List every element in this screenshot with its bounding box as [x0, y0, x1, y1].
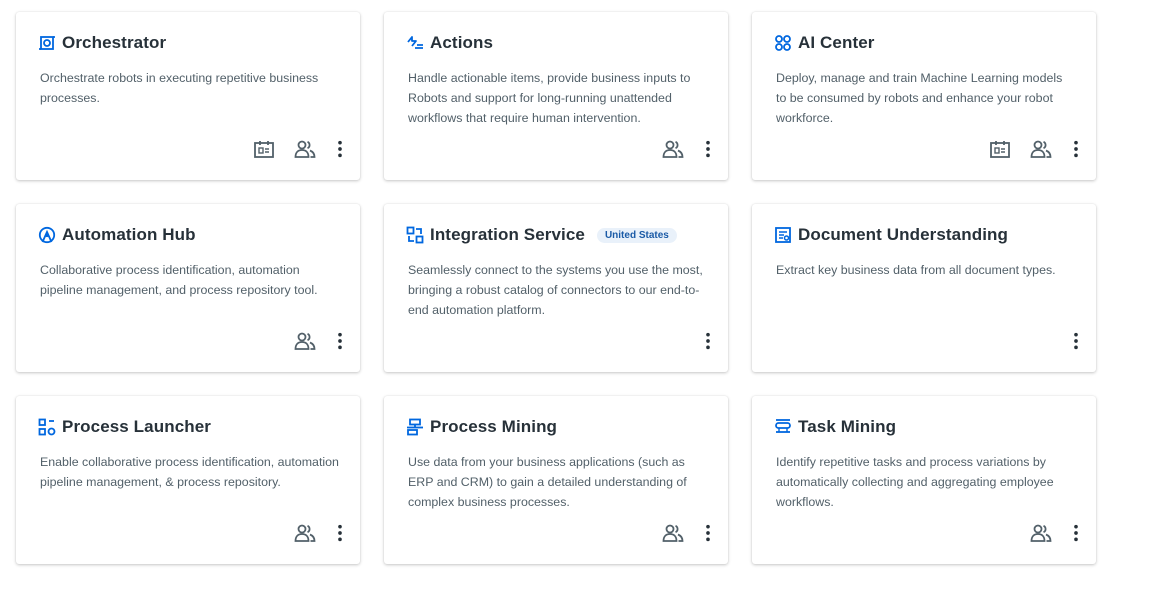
process-mining-icon [406, 418, 424, 436]
service-card-automation-hub[interactable]: Automation Hub Collaborative process ide… [16, 204, 360, 372]
more-icon[interactable] [698, 136, 718, 162]
more-icon[interactable] [698, 328, 718, 354]
card-title[interactable]: Task Mining [798, 417, 896, 437]
users-icon[interactable] [1028, 520, 1054, 546]
card-title[interactable]: Automation Hub [62, 225, 196, 245]
card-description: Use data from your business applications… [408, 455, 687, 509]
automation-hub-icon [38, 226, 56, 244]
service-card-process-launcher[interactable]: Process Launcher Enable collaborative pr… [16, 396, 360, 564]
users-icon[interactable] [1028, 136, 1054, 162]
more-icon[interactable] [330, 136, 350, 162]
orchestrator-icon [38, 34, 56, 52]
service-card-ai-center[interactable]: AI Center Deploy, manage and train Machi… [752, 12, 1096, 180]
users-icon[interactable] [292, 136, 318, 162]
card-description: Deploy, manage and train Machine Learnin… [776, 71, 1063, 125]
integration-service-icon [406, 226, 424, 244]
card-title[interactable]: Process Mining [430, 417, 557, 437]
card-title[interactable]: Orchestrator [62, 33, 166, 53]
actions-icon [406, 34, 424, 52]
users-icon[interactable] [660, 136, 686, 162]
ai-center-icon [774, 34, 792, 52]
card-description: Handle actionable items, provide busines… [408, 71, 691, 125]
region-badge: United States [596, 227, 677, 243]
more-icon[interactable] [698, 520, 718, 546]
service-card-integration-service[interactable]: Integration Service United States Seamle… [384, 204, 728, 372]
card-title[interactable]: Integration Service [430, 225, 585, 245]
card-title[interactable]: Process Launcher [62, 417, 211, 437]
service-card-task-mining[interactable]: Task Mining Identify repetitive tasks an… [752, 396, 1096, 564]
card-description: Orchestrate robots in executing repetiti… [40, 71, 319, 105]
card-description: Identify repetitive tasks and process va… [776, 455, 1054, 509]
service-card-document-understanding[interactable]: Document Understanding Extract key busin… [752, 204, 1096, 372]
license-icon[interactable] [251, 136, 277, 162]
card-description: Seamlessly connect to the systems you us… [408, 263, 703, 317]
card-title[interactable]: AI Center [798, 33, 874, 53]
more-icon[interactable] [1066, 520, 1086, 546]
card-description: Collaborative process identification, au… [40, 263, 318, 297]
users-icon[interactable] [292, 520, 318, 546]
process-launcher-icon [38, 418, 56, 436]
document-understanding-icon [774, 226, 792, 244]
users-icon[interactable] [660, 520, 686, 546]
users-icon[interactable] [292, 328, 318, 354]
more-icon[interactable] [330, 328, 350, 354]
license-icon[interactable] [987, 136, 1013, 162]
services-grid: Orchestrator Orchestrate robots in execu… [16, 12, 1096, 564]
card-title[interactable]: Actions [430, 33, 493, 53]
more-icon[interactable] [1066, 328, 1086, 354]
card-description: Extract key business data from all docum… [776, 263, 1056, 277]
task-mining-icon [774, 418, 792, 436]
service-card-process-mining[interactable]: Process Mining Use data from your busine… [384, 396, 728, 564]
card-description: Enable collaborative process identificat… [40, 455, 339, 489]
more-icon[interactable] [330, 520, 350, 546]
service-card-actions[interactable]: Actions Handle actionable items, provide… [384, 12, 728, 180]
card-title[interactable]: Document Understanding [798, 225, 1008, 245]
more-icon[interactable] [1066, 136, 1086, 162]
service-card-orchestrator[interactable]: Orchestrator Orchestrate robots in execu… [16, 12, 360, 180]
